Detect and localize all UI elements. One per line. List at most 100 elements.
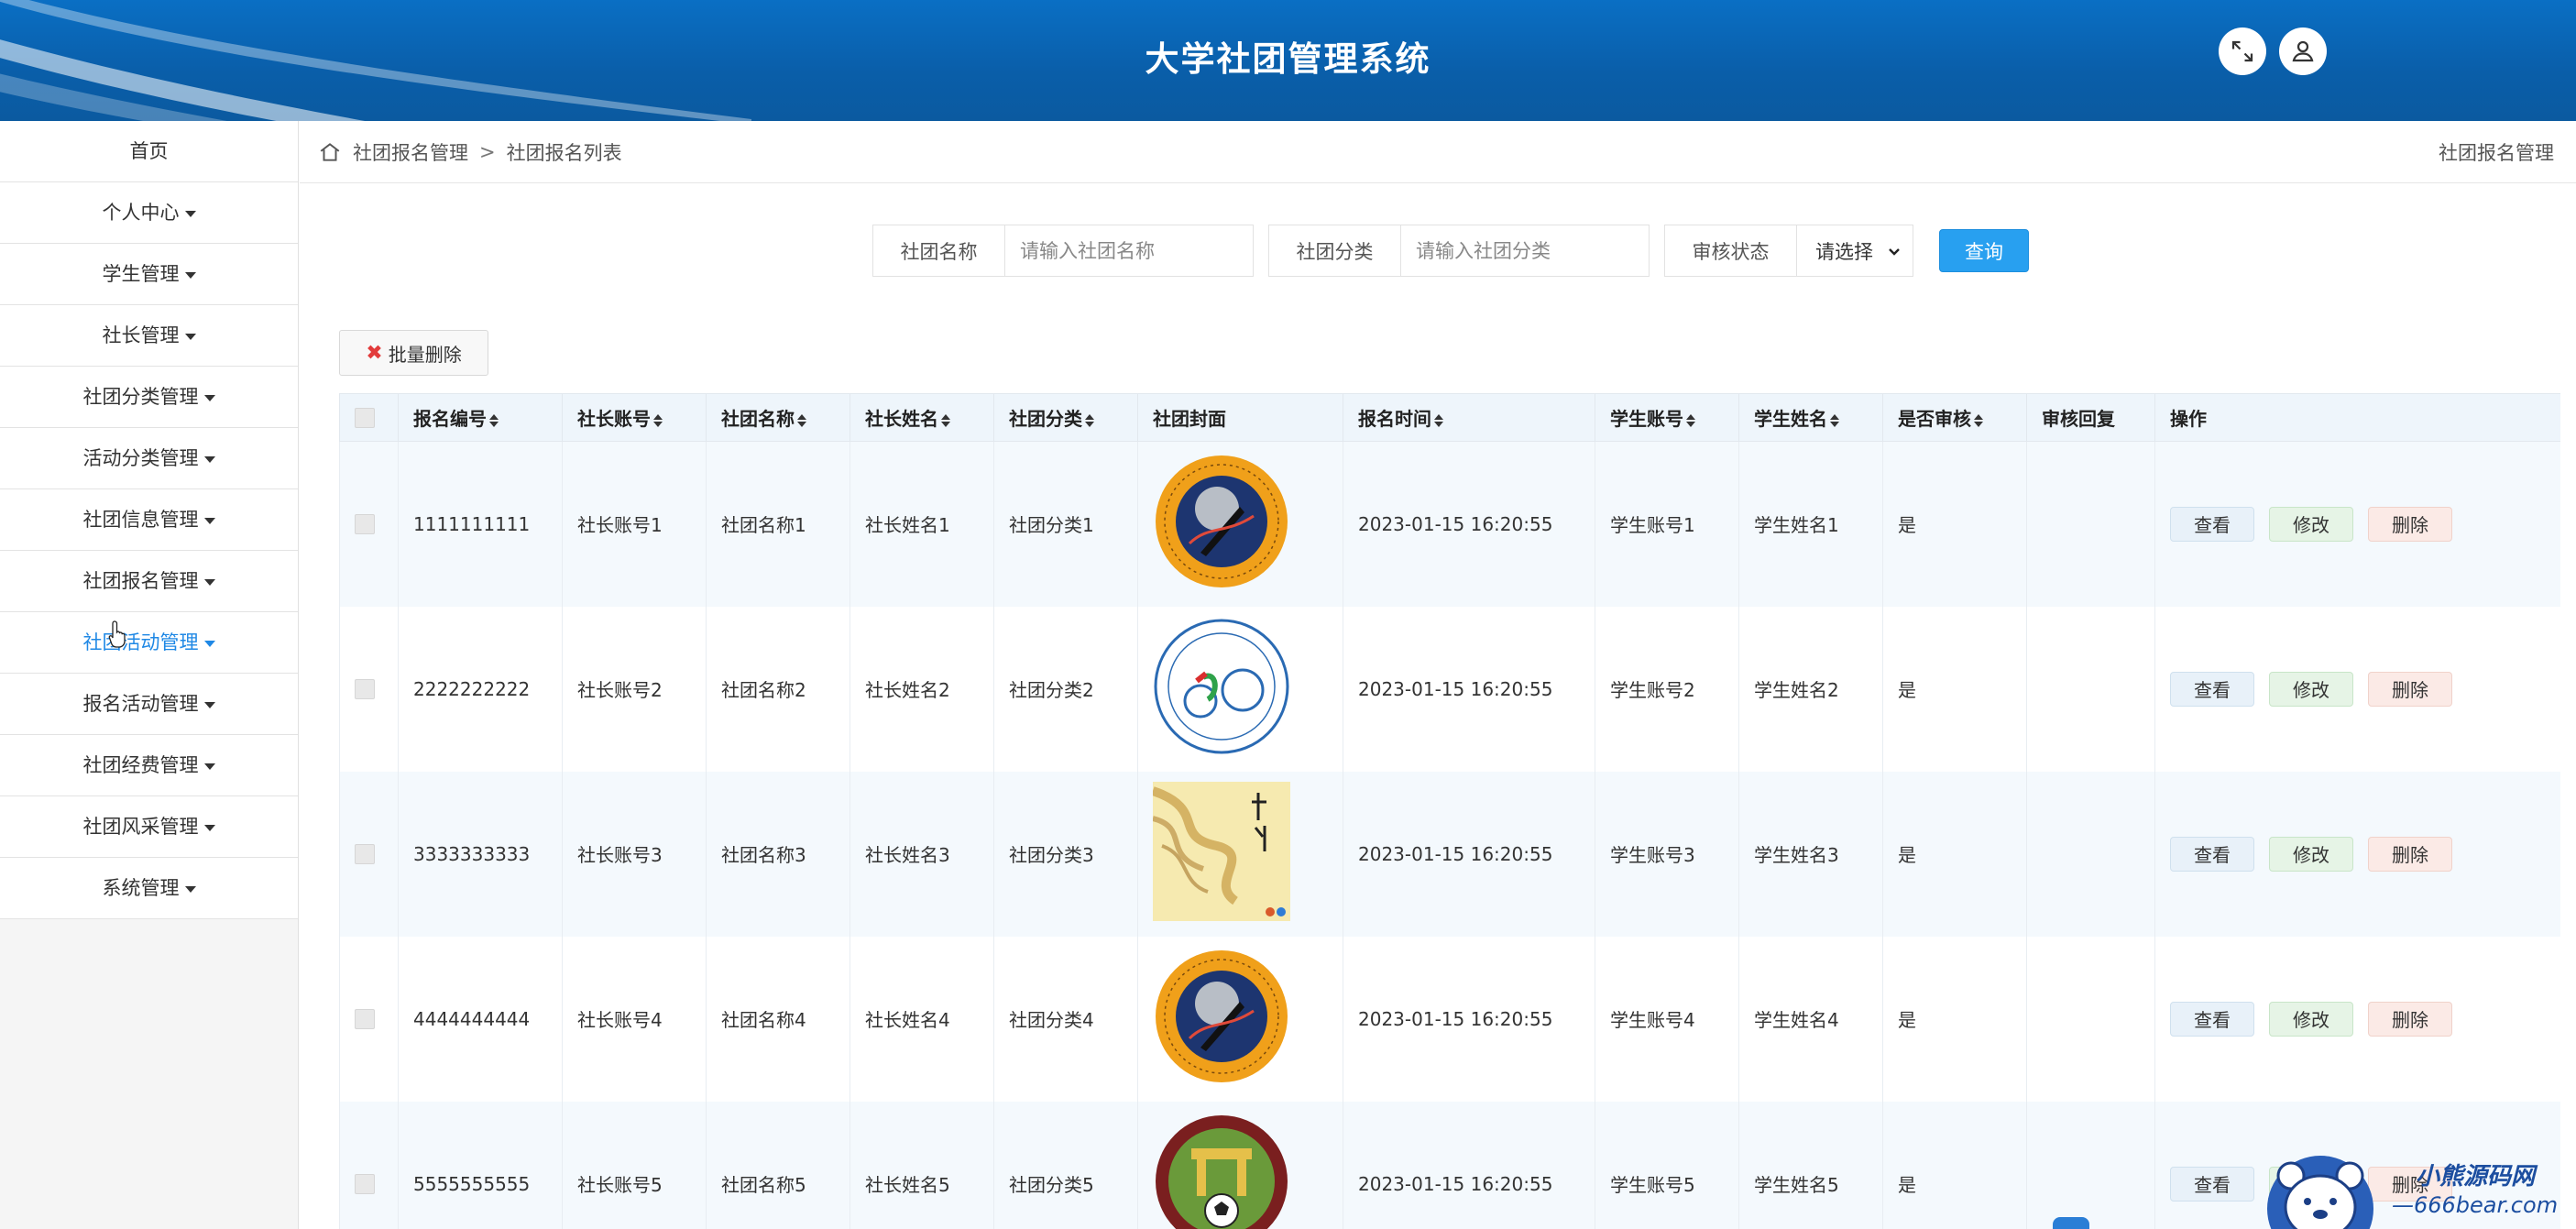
user-button[interactable] [2279,27,2327,75]
view-button[interactable]: 查看 [2170,1166,2254,1202]
cell-leader-name: 社长姓名4 [850,936,994,1102]
sidebar-item-club-showcase-management[interactable]: 社团风采管理 [0,796,298,858]
football-society-logo [1156,1115,1288,1229]
select-all-cell [339,393,399,442]
row-checkbox[interactable] [355,678,375,699]
cell-category: 社团分类2 [993,606,1138,772]
delete-button[interactable]: 删除 [2368,506,2452,542]
query-button[interactable]: 查询 [1939,229,2029,272]
sort-icon [1830,413,1839,427]
cell-reply [2026,441,2155,607]
breadcrumb-separator: > [479,140,496,163]
cell-reply [2026,1101,2155,1229]
table-row: 5555555555 社长账号5 社团名称5 社长姓名5 社团分类5 2023-… [339,1101,2560,1229]
system-title: 大学社团管理系统 [1145,39,1431,79]
page-title: 社团报名管理 [2439,141,2554,164]
sidebar-item-club-info-management[interactable]: 社团信息管理 [0,489,298,551]
row-checkbox[interactable] [355,1008,375,1029]
cell-id: 2222222222 [398,606,563,772]
column-header-leader-account[interactable]: 社长账号 [562,393,707,442]
top-header: 大学社团管理系统 [0,0,2576,121]
row-checkbox[interactable] [355,1173,375,1194]
club-name-filter: 社团名称 [872,225,1254,277]
batch-delete-button[interactable]: ✖ 批量删除 [339,330,488,376]
sidebar-item-activity-category-management[interactable]: 活动分类管理 [0,428,298,489]
select-all-checkbox[interactable] [355,407,375,428]
breadcrumb-level1[interactable]: 社团报名管理 [353,138,468,166]
row-actions: 查看 修改 删除 [2170,836,2560,872]
edit-button[interactable]: 修改 [2269,506,2353,542]
caret-down-icon [203,455,215,463]
edit-button[interactable]: 修改 [2269,1001,2353,1037]
club-category-input[interactable] [1401,225,1649,276]
cultural-festival-poster [1151,782,1290,921]
cell-club-name: 社团名称2 [706,606,850,772]
caret-down-icon [184,885,196,893]
sidebar-item-label: 系统管理 [102,877,180,899]
club-name-input[interactable] [1005,225,1253,276]
sidebar-item-system-management[interactable]: 系统管理 [0,858,298,919]
sort-icon [797,413,806,427]
sidebar-item-activity-signup-management[interactable]: 报名活动管理 [0,674,298,735]
caret-down-icon [203,517,215,524]
column-header-id[interactable]: 报名编号 [398,393,563,442]
sidebar-item-label: 报名活动管理 [82,693,199,715]
column-header-leader-name[interactable]: 社长姓名 [850,393,994,442]
review-status-value: 请选择 [1815,240,1873,263]
sidebar-item-label: 个人中心 [102,202,180,224]
view-button[interactable]: 查看 [2170,671,2254,707]
sidebar-item-student-management[interactable]: 学生管理 [0,244,298,305]
cell-time: 2023-01-15 16:20:55 [1343,771,1595,937]
sidebar-item-leader-management[interactable]: 社长管理 [0,305,298,367]
watermark-url: —666bear.com— [2392,1192,2559,1229]
sidebar-item-label: 社团风采管理 [82,816,199,838]
edit-button[interactable]: 修改 [2269,836,2353,872]
row-actions: 查看 修改 删除 [2170,1001,2560,1037]
column-header-category[interactable]: 社团分类 [993,393,1138,442]
review-status-select[interactable]: 请选择 [1797,225,1913,276]
sort-icon [1085,413,1094,427]
cell-leader-account: 社长账号2 [562,606,707,772]
view-button[interactable]: 查看 [2170,836,2254,872]
sidebar-item-label: 社团分类管理 [82,386,199,408]
sidebar-item-club-activity-management[interactable]: 社团活动管理 [0,612,298,674]
sidebar-item-label: 活动分类管理 [82,447,199,469]
bear-logo-icon [2267,1156,2373,1229]
breadcrumb: 社团报名管理 > 社团报名列表 社团报名管理 [300,121,2576,183]
club-category-filter: 社团分类 [1268,225,1650,277]
delete-button[interactable]: 删除 [2368,671,2452,707]
view-button[interactable]: 查看 [2170,1001,2254,1037]
row-checkbox[interactable] [355,513,375,534]
sidebar-item-club-category-management[interactable]: 社团分类管理 [0,367,298,428]
delete-button[interactable]: 删除 [2368,1001,2452,1037]
sidebar-item-personal-center[interactable]: 个人中心 [0,182,298,244]
column-header-cover: 社团封面 [1137,393,1343,442]
sidebar-item-club-signup-management[interactable]: 社团报名管理 [0,551,298,612]
column-header-student-name[interactable]: 学生姓名 [1738,393,1883,442]
cell-student-name: 学生姓名2 [1738,606,1883,772]
column-header-reviewed[interactable]: 是否审核 [1882,393,2027,442]
table-row: 4444444444 社长账号4 社团名称4 社长姓名4 社团分类4 2023-… [339,936,2560,1102]
column-header-club-name[interactable]: 社团名称 [706,393,850,442]
caret-down-icon [184,210,196,217]
cell-time: 2023-01-15 16:20:55 [1343,1101,1595,1229]
cell-reply [2026,606,2155,772]
cell-leader-account: 社长账号5 [562,1101,707,1229]
column-header-student-account[interactable]: 学生账号 [1595,393,1739,442]
column-header-time[interactable]: 报名时间 [1343,393,1595,442]
row-actions: 查看 修改 删除 [2170,671,2560,707]
row-checkbox[interactable] [355,843,375,864]
sort-icon [1686,413,1695,427]
caret-down-icon [203,640,215,647]
column-header-actions: 操作 [2154,393,2560,442]
club-category-label: 社团分类 [1269,225,1401,276]
edit-button[interactable]: 修改 [2269,671,2353,707]
home-icon[interactable] [318,140,342,164]
sort-icon [941,413,950,427]
delete-button[interactable]: 删除 [2368,836,2452,872]
view-button[interactable]: 查看 [2170,506,2254,542]
sidebar-item-club-funds-management[interactable]: 社团经费管理 [0,735,298,796]
cell-leader-account: 社长账号1 [562,441,707,607]
sidebar-item-home[interactable]: 首页 [0,121,298,182]
fullscreen-button[interactable] [2219,27,2266,75]
